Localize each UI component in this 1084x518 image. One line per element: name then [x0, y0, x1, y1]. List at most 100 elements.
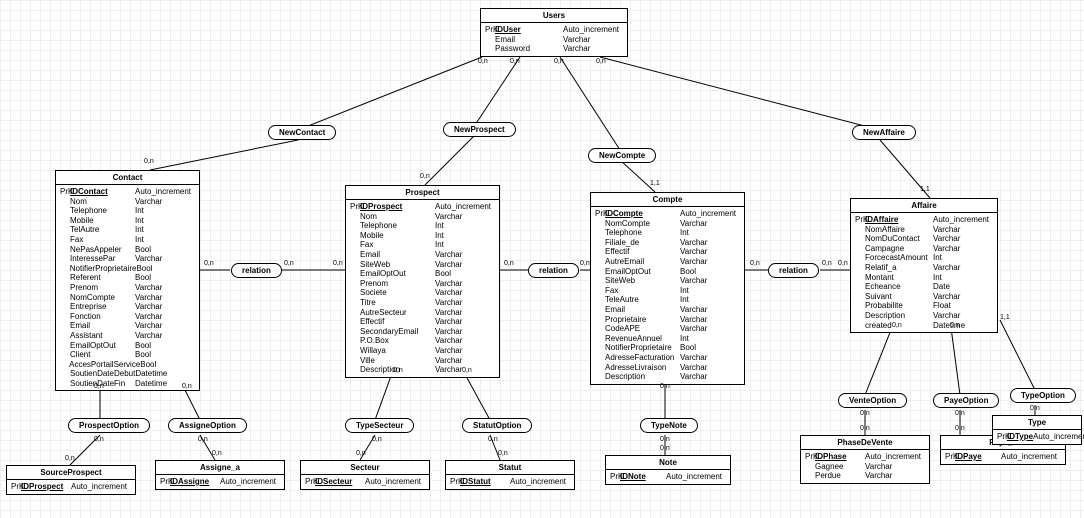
- attr-type: Auto_increment: [933, 215, 993, 225]
- cardinality: 0,n: [372, 436, 382, 443]
- attribute-row: TelephoneInt: [350, 221, 495, 231]
- cardinality: 0,n: [94, 383, 104, 390]
- attribute-row: NotifierProprietaireBool: [60, 264, 195, 274]
- attr-name: Prenom: [70, 283, 135, 293]
- attr-key: [855, 282, 865, 292]
- attr-name: Fonction: [70, 312, 135, 322]
- attr-key: PrK: [305, 477, 315, 487]
- attr-type: Int: [135, 216, 195, 226]
- attribute-row: NomAffaireVarchar: [855, 225, 993, 235]
- attr-key: [855, 273, 865, 283]
- attr-key: [60, 216, 70, 226]
- attr-name: NomDuContact: [865, 234, 933, 244]
- attr-key: [595, 343, 605, 353]
- attr-type: Int: [680, 286, 740, 296]
- attribute-row: EmailOptOutBool: [60, 341, 195, 351]
- attribute-row: AutreSecteurVarchar: [350, 308, 495, 318]
- attr-name: Email: [70, 321, 135, 331]
- attr-type: Float: [933, 301, 993, 311]
- attr-name: Echeance: [865, 282, 933, 292]
- attr-name: IDUser: [495, 25, 563, 35]
- attribute-row: SocieteVarchar: [350, 288, 495, 298]
- attr-type: Bool: [135, 245, 195, 255]
- entity-title: Affaire: [851, 199, 997, 213]
- attr-key: [350, 221, 360, 231]
- attr-name: Perdue: [815, 471, 865, 481]
- attribute-row: ReferentBool: [60, 273, 195, 283]
- attribute-row: SoutienDateDebutDatetime: [60, 369, 195, 379]
- attr-type: Varchar: [135, 197, 195, 207]
- attribute-row: PrKIDAffaireAuto_increment: [855, 215, 993, 225]
- entity-statut: Statut PrKIDStatutAuto_increment: [445, 460, 575, 490]
- attr-key: [60, 264, 70, 274]
- attr-name: Titre: [360, 298, 435, 308]
- attr-key: [595, 247, 605, 257]
- attribute-row: PrKIDPayeAuto_increment: [945, 452, 1061, 462]
- attr-name: IDType: [1007, 432, 1033, 442]
- attr-type: Varchar: [435, 212, 495, 222]
- attr-type: Int: [680, 228, 740, 238]
- attr-name: TeleAutre: [605, 295, 680, 305]
- attribute-row: NomVarchar: [350, 212, 495, 222]
- attribute-row: FaxInt: [350, 240, 495, 250]
- attr-type: Varchar: [563, 35, 623, 45]
- attr-type: Bool: [135, 273, 195, 283]
- attr-name: AdresseLivraison: [605, 363, 680, 373]
- attr-type: Bool: [135, 350, 195, 360]
- attr-key: [485, 35, 495, 45]
- entity-title: Secteur: [301, 461, 429, 475]
- relation-newprospect: NewProspect: [443, 122, 516, 137]
- attr-name: SecondaryEmail: [360, 327, 435, 337]
- attr-key: PrK: [610, 472, 620, 482]
- attribute-row: NomCompteVarchar: [60, 293, 195, 303]
- cardinality: 0,n: [393, 367, 403, 374]
- cardinality: 0,n: [838, 260, 848, 267]
- attribute-row: PrenomVarchar: [350, 279, 495, 289]
- attr-name: Effectif: [360, 317, 435, 327]
- attr-key: [60, 331, 70, 341]
- attribute-row: NePasAppelerBool: [60, 245, 195, 255]
- attr-key: [60, 254, 70, 264]
- entity-prospect: Prospect PrKIDProspectAuto_incrementNomV…: [345, 185, 500, 378]
- attr-key: [60, 225, 70, 235]
- attr-name: Telephone: [605, 228, 680, 238]
- attribute-row: SuivantVarchar: [855, 292, 993, 302]
- attr-type: Varchar: [435, 260, 495, 270]
- attr-type: Varchar: [135, 321, 195, 331]
- attr-type: Bool: [680, 343, 740, 353]
- attr-key: [60, 235, 70, 245]
- attr-key: [350, 260, 360, 270]
- attribute-row: PrKIDUserAuto_increment: [485, 25, 623, 35]
- attr-type: Bool: [136, 264, 195, 274]
- attr-key: [595, 228, 605, 238]
- attr-name: Email: [360, 250, 435, 260]
- relation-assigneoption: AssigneOption: [168, 418, 247, 433]
- entity-title: Type: [993, 416, 1081, 430]
- entity-compte: Compte PrKIDCompteAuto_incrementNomCompt…: [590, 192, 745, 385]
- cardinality: 0,n: [955, 425, 965, 432]
- attribute-row: SecondaryEmailVarchar: [350, 327, 495, 337]
- attr-type: Varchar: [135, 312, 195, 322]
- attr-key: [350, 298, 360, 308]
- attribute-row: CampagneVarchar: [855, 244, 993, 254]
- cardinality: 0,n: [892, 322, 902, 329]
- attr-name: IDProspect: [21, 482, 71, 492]
- attr-name: IDProspect: [360, 202, 435, 212]
- attr-key: [595, 276, 605, 286]
- attr-type: Int: [435, 231, 495, 241]
- attr-key: [595, 363, 605, 373]
- cardinality: 0,n: [198, 436, 208, 443]
- attr-name: IDStatut: [460, 477, 510, 487]
- relation-typenote: TypeNote: [640, 418, 698, 433]
- attr-type: Varchar: [435, 346, 495, 356]
- attr-type: Varchar: [680, 372, 740, 382]
- attr-name: Telephone: [70, 206, 135, 216]
- entity-users: Users PrKIDUserAuto_incrementEmailVarcha…: [480, 8, 628, 57]
- attr-name: EmailOptOut: [360, 269, 435, 279]
- attr-type: Int: [435, 240, 495, 250]
- attr-type: Varchar: [680, 238, 740, 248]
- attr-key: PrK: [350, 202, 360, 212]
- attr-name: Nom: [360, 212, 435, 222]
- attribute-row: AdresseFacturationVarchar: [595, 353, 740, 363]
- cardinality: 0,n: [478, 58, 488, 65]
